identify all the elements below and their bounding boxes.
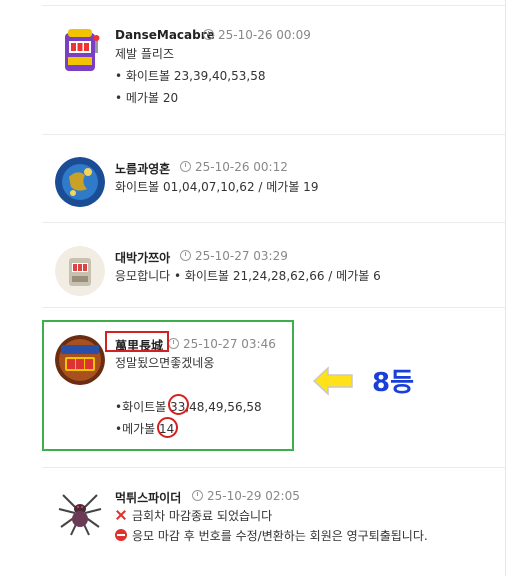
avatar[interactable] xyxy=(55,335,105,385)
name-highlight-box xyxy=(105,331,169,352)
comment-text: • 메가볼 20 xyxy=(115,91,179,105)
avatar[interactable] xyxy=(55,246,105,296)
clock-icon xyxy=(203,29,214,40)
author-name[interactable]: 노름과영혼 xyxy=(115,160,170,177)
divider xyxy=(42,5,506,6)
divider xyxy=(42,307,506,308)
author-name[interactable]: DanseMacabre xyxy=(115,28,215,42)
clock-icon xyxy=(192,490,203,501)
timestamp: 25-10-27 03:29 xyxy=(180,249,288,263)
timestamp: 25-10-29 02:05 xyxy=(192,489,300,503)
matched-number-circle xyxy=(157,417,178,438)
comment-text: 금회차 마감종료 되었습니다 xyxy=(115,507,272,524)
timestamp: 25-10-27 03:46 xyxy=(168,337,276,351)
clock-icon xyxy=(180,161,191,172)
author-name[interactable]: 대박가쯔아 xyxy=(115,249,170,266)
comment-text: 제발 플리즈 xyxy=(115,47,175,61)
avatar[interactable] xyxy=(55,157,105,207)
clock-icon xyxy=(180,250,191,261)
avatar[interactable] xyxy=(55,487,105,537)
comment-text: 정말됬으면좋겠네옹 xyxy=(115,356,215,370)
comment-text: 화이트볼 01,04,07,10,62 / 메가볼 19 xyxy=(115,180,319,194)
divider xyxy=(42,134,506,135)
clock-icon xyxy=(168,338,179,349)
comment-text: 응모합니다 • 화이트볼 21,24,28,62,66 / 메가볼 6 xyxy=(115,269,381,283)
avatar[interactable] xyxy=(55,25,105,75)
x-mark-icon xyxy=(115,509,127,521)
comment-text: • 화이트볼 23,39,40,53,58 xyxy=(115,69,266,83)
divider xyxy=(42,467,506,468)
matched-number-circle xyxy=(168,394,189,415)
comment-text: 응모 마감 후 번호를 수정/변환하는 회원은 영구퇴출됩니다. xyxy=(115,527,428,544)
divider xyxy=(42,222,506,223)
rank-label: 8등 xyxy=(372,368,415,398)
timestamp: 25-10-26 00:12 xyxy=(180,160,288,174)
no-entry-icon xyxy=(115,529,127,541)
author-name[interactable]: 먹튀스파이더 xyxy=(115,489,181,506)
timestamp: 25-10-26 00:09 xyxy=(203,28,311,42)
arrow-left-icon xyxy=(312,366,353,396)
